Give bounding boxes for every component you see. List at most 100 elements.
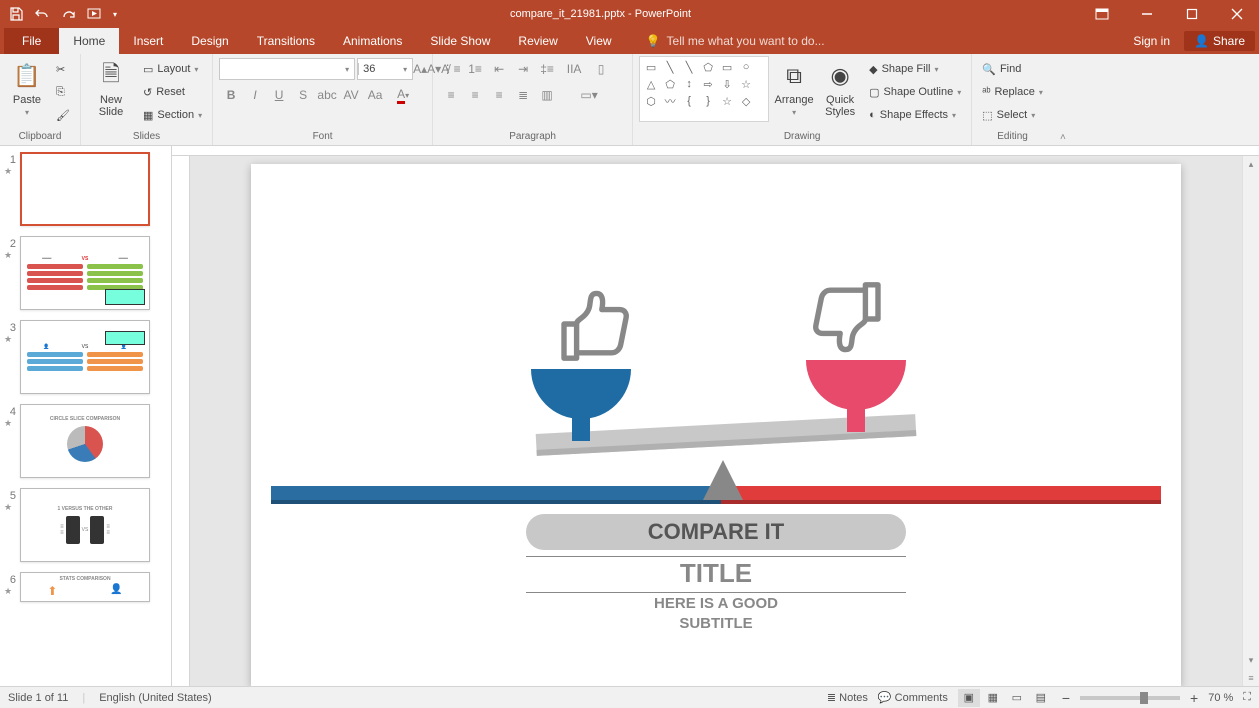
- spacing-button[interactable]: AV: [339, 84, 363, 106]
- find-button[interactable]: 🔍Find: [978, 58, 1047, 80]
- scroll-down-button[interactable]: ▾: [1243, 652, 1259, 669]
- reading-view-button[interactable]: ▭: [1006, 689, 1028, 707]
- thumbs-up-icon[interactable]: [546, 279, 636, 383]
- format-painter-button[interactable]: 🖌: [52, 104, 74, 126]
- save-button[interactable]: [4, 2, 28, 26]
- bullets-button[interactable]: ⋮≡: [439, 58, 463, 80]
- numbering-button[interactable]: 1≡: [463, 58, 487, 80]
- vertical-scrollbar[interactable]: ▴ ▾ ≡: [1242, 156, 1259, 686]
- zoom-level[interactable]: 70 %: [1208, 692, 1233, 704]
- layout-button[interactable]: ▭Layout ▾: [139, 58, 206, 80]
- sorter-view-button[interactable]: ▦: [982, 689, 1004, 707]
- sign-in-button[interactable]: Sign in: [1123, 34, 1180, 48]
- vertical-ruler[interactable]: [172, 156, 190, 686]
- thumbs-down-icon[interactable]: [806, 274, 896, 378]
- thumbnail-3[interactable]: 👤VS👤: [20, 320, 150, 394]
- compare-pill[interactable]: COMPARE IT: [526, 514, 906, 550]
- red-bar[interactable]: [721, 486, 1161, 504]
- font-size-combo[interactable]: 36▾: [357, 58, 413, 80]
- strikethrough-button[interactable]: S: [291, 84, 315, 106]
- slide-subtitle[interactable]: HERE IS A GOODSUBTITLE: [251, 594, 1181, 633]
- start-from-beginning-button[interactable]: [82, 2, 106, 26]
- shape-fill-button[interactable]: ◆Shape Fill ▾: [865, 58, 965, 80]
- undo-button[interactable]: [30, 2, 54, 26]
- align-left-button[interactable]: ≡: [439, 84, 463, 106]
- justify-button[interactable]: ≣: [511, 84, 535, 106]
- shadow-button[interactable]: abc: [315, 84, 339, 106]
- ribbon-display-button[interactable]: [1079, 0, 1124, 28]
- align-center-button[interactable]: ≡: [463, 84, 487, 106]
- thumbnail-1[interactable]: COMPARE ITTITLE: [20, 152, 150, 226]
- slide-title[interactable]: TITLE: [251, 558, 1181, 589]
- bold-button[interactable]: B: [219, 84, 243, 106]
- collapse-ribbon-button[interactable]: ˄: [1053, 54, 1073, 145]
- columns-button[interactable]: ▥: [535, 84, 559, 106]
- change-case-button[interactable]: Aa: [363, 84, 387, 106]
- tab-transitions[interactable]: Transitions: [243, 28, 329, 54]
- blue-bar[interactable]: [271, 486, 721, 504]
- maximize-button[interactable]: [1169, 0, 1214, 28]
- section-button[interactable]: ▦Section ▾: [139, 104, 206, 126]
- align-right-button[interactable]: ≡: [487, 84, 511, 106]
- tab-insert[interactable]: Insert: [119, 28, 177, 54]
- scale-pivot[interactable]: [703, 460, 743, 500]
- select-button[interactable]: ⬚Select ▾: [978, 104, 1047, 126]
- tab-slideshow[interactable]: Slide Show: [416, 28, 504, 54]
- italic-button[interactable]: I: [243, 84, 267, 106]
- slide-canvas[interactable]: COMPARE IT TITLE HERE IS A GOODSUBTITLE: [251, 164, 1181, 686]
- minimize-button[interactable]: [1124, 0, 1169, 28]
- next-slide-button[interactable]: ≡: [1243, 669, 1259, 686]
- copy-button[interactable]: ⎘: [52, 81, 74, 103]
- thumbnail-4[interactable]: CIRCLE SLICE COMPARISON: [20, 404, 150, 478]
- tab-review[interactable]: Review: [504, 28, 571, 54]
- reset-button[interactable]: ↺Reset: [139, 81, 206, 103]
- align-text-button[interactable]: ▯: [589, 58, 613, 80]
- close-button[interactable]: [1214, 0, 1259, 28]
- paste-button[interactable]: 📋 Paste▾: [6, 56, 48, 129]
- arrange-button[interactable]: ⧉ Arrange▾: [773, 56, 815, 129]
- tab-animations[interactable]: Animations: [329, 28, 416, 54]
- zoom-slider[interactable]: [1080, 696, 1180, 700]
- share-button[interactable]: 👤 Share: [1184, 31, 1255, 51]
- smartart-button[interactable]: ▭▾: [559, 84, 619, 106]
- slide-editor[interactable]: COMPARE IT TITLE HERE IS A GOODSUBTITLE: [190, 156, 1242, 686]
- zoom-in-button[interactable]: +: [1190, 690, 1198, 706]
- redo-button[interactable]: [56, 2, 80, 26]
- slide-indicator[interactable]: Slide 1 of 11: [8, 692, 68, 704]
- scroll-up-button[interactable]: ▴: [1243, 156, 1259, 173]
- qat-customize-button[interactable]: ▾: [108, 2, 122, 26]
- notes-button[interactable]: ≣ Notes: [827, 691, 868, 704]
- text-direction-button[interactable]: IIA: [559, 58, 589, 80]
- new-slide-button[interactable]: 🗎 New Slide: [87, 56, 135, 129]
- line-spacing-button[interactable]: ‡≡: [535, 58, 559, 80]
- thumbnail-2[interactable]: ━━━VS━━━: [20, 236, 150, 310]
- language-indicator[interactable]: English (United States): [99, 692, 212, 704]
- decrease-indent-button[interactable]: ⇤: [487, 58, 511, 80]
- normal-view-button[interactable]: ▣: [958, 689, 980, 707]
- slide-thumbnails-panel[interactable]: 1★ COMPARE ITTITLE 2★ ━━━VS━━━ 3★ 👤VS👤: [0, 146, 172, 686]
- tab-home[interactable]: Home: [59, 28, 119, 54]
- fit-to-window-button[interactable]: ⛶: [1243, 691, 1251, 704]
- shape-outline-button[interactable]: ▢Shape Outline ▾: [865, 81, 965, 103]
- shapes-gallery[interactable]: ▭╲╲⬠▭○ △⬠↕⇨⇩☆ ⬡〰{}☆◇: [639, 56, 769, 122]
- quick-styles-button[interactable]: ◉ Quick Styles: [819, 56, 861, 129]
- zoom-out-button[interactable]: −: [1062, 690, 1070, 706]
- cut-button[interactable]: ✂: [52, 58, 74, 80]
- tab-design[interactable]: Design: [177, 28, 242, 54]
- font-color-button[interactable]: A ▾: [387, 84, 419, 106]
- slideshow-view-button[interactable]: ▤: [1030, 689, 1052, 707]
- tab-file[interactable]: File: [4, 28, 59, 54]
- thumbnail-6[interactable]: STATS COMPARISON ⬆👤: [20, 572, 150, 602]
- font-name-combo[interactable]: ▾: [219, 58, 355, 80]
- increase-indent-button[interactable]: ⇥: [511, 58, 535, 80]
- thumbnail-5[interactable]: 1 VERSUS THE OTHER ≡≡VS≡≡: [20, 488, 150, 562]
- increase-font-button[interactable]: A▴: [413, 58, 427, 80]
- shape-effects-button[interactable]: ◐Shape Effects ▾: [865, 104, 965, 126]
- replace-button[interactable]: ᵃᵇReplace ▾: [978, 81, 1047, 103]
- view-buttons: ▣ ▦ ▭ ▤: [958, 689, 1052, 707]
- horizontal-ruler[interactable]: [172, 146, 1259, 156]
- tab-view[interactable]: View: [572, 28, 626, 54]
- comments-button[interactable]: 💬 Comments: [878, 691, 948, 704]
- underline-button[interactable]: U: [267, 84, 291, 106]
- tell-me-search[interactable]: 💡 Tell me what you want to do...: [646, 28, 825, 54]
